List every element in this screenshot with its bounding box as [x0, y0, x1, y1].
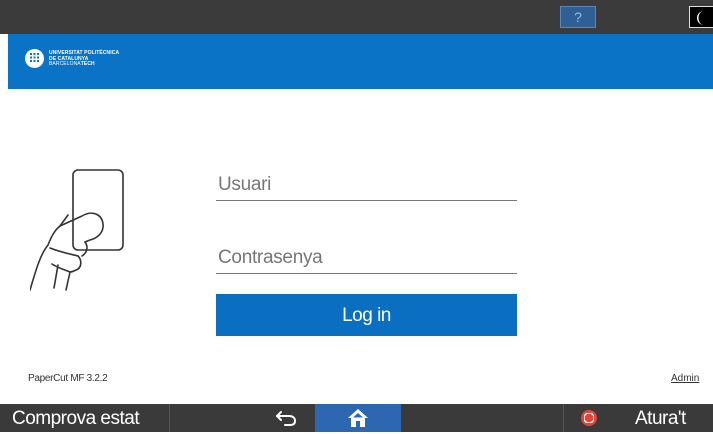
password-input[interactable]	[216, 244, 521, 272]
top-system-bar: ?	[0, 0, 713, 34]
stop-label: Atura't	[635, 408, 686, 429]
back-arrow-icon	[276, 411, 296, 426]
check-status-button[interactable]: Comprova estat	[0, 404, 170, 432]
brand-name: UNIVERSITAT POLITÈCNICA DE CATALUNYA BAR…	[49, 50, 119, 68]
card-hand-icon	[29, 160, 130, 300]
brand-line-3-b: TECH	[80, 61, 95, 68]
home-button[interactable]	[315, 404, 401, 432]
brand-line-3: BARCELONATECH	[49, 61, 119, 68]
moon-icon[interactable]	[689, 6, 713, 28]
username-field-container	[216, 171, 521, 201]
brand-line-3-a: BARCELONA	[49, 61, 81, 68]
back-button[interactable]	[258, 404, 314, 432]
brand-header: UNIVERSITAT POLITÈCNICA DE CATALUNYA BAR…	[8, 34, 713, 89]
stop-icon	[581, 410, 597, 426]
password-field-container	[216, 244, 521, 274]
upc-logo-icon	[25, 49, 44, 68]
admin-link[interactable]: Admin	[671, 373, 699, 384]
bottom-bar: Comprova estat Atura't	[0, 404, 713, 432]
username-input[interactable]	[216, 171, 521, 199]
version-label: PaperCut MF 3.2.2	[28, 373, 108, 384]
help-button[interactable]: ?	[560, 6, 596, 28]
login-button[interactable]: Log in	[216, 294, 517, 336]
stop-button[interactable]: Atura't	[563, 404, 713, 432]
home-icon	[348, 409, 368, 427]
